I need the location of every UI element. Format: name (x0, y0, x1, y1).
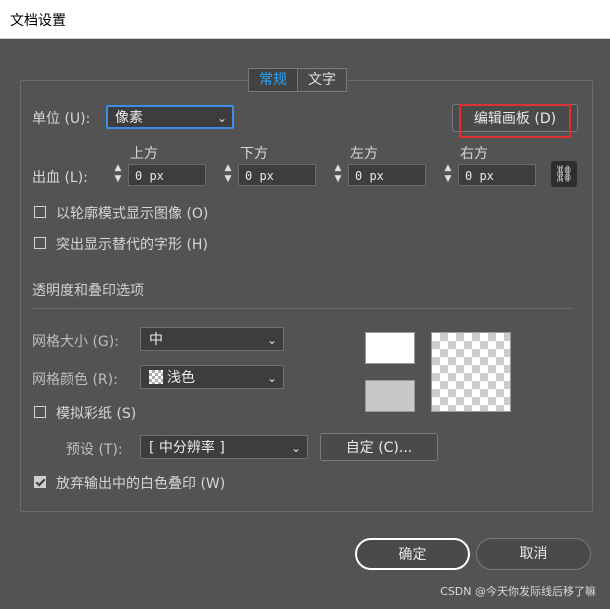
chevron-down-icon: ⌄ (266, 333, 277, 347)
preset-select[interactable]: [ 中分辨率 ] ⌄ (140, 435, 308, 459)
bleed-right-header: 右方 (460, 146, 488, 162)
bleed-bottom-stepper[interactable]: ▲ ▼ (218, 163, 238, 187)
grid-size-select[interactable]: 中 ⌄ (140, 327, 284, 351)
title-bar: 文档设置 (0, 0, 610, 39)
tab-general[interactable]: 常规 (248, 68, 298, 92)
chevron-down-icon: ⌄ (216, 111, 227, 125)
bleed-top-input[interactable]: 0 px (128, 164, 206, 186)
highlight-glyphs-checkbox[interactable] (34, 237, 46, 249)
bleed-bottom-input[interactable]: 0 px (238, 164, 316, 186)
transparency-section-title: 透明度和叠印选项 (32, 283, 144, 299)
bleed-left-stepper[interactable]: ▲ ▼ (328, 163, 348, 187)
checker-swatch-icon (149, 370, 163, 384)
window-title: 文档设置 (10, 13, 66, 29)
preset-value: [ 中分辨率 ] (149, 440, 225, 456)
bleed-left-header: 左方 (350, 146, 378, 162)
highlight-glyphs-label: 突出显示替代的字形 (H) (56, 237, 208, 253)
units-select[interactable]: 像素 ⌄ (106, 105, 234, 129)
grid-size-value: 中 (149, 332, 163, 348)
tab-type[interactable]: 文字 (298, 68, 347, 92)
simulate-paper-checkbox[interactable] (34, 406, 46, 418)
tab-bar: 常规 文字 (248, 68, 347, 92)
chevron-down-icon: ⌄ (266, 371, 277, 385)
bleed-top-stepper[interactable]: ▲ ▼ (108, 163, 128, 187)
discard-white-overprint-label: 放弃输出中的白色叠印 (W) (56, 476, 226, 492)
grid-size-label: 网格大小 (G): (32, 334, 119, 350)
bleed-top-header: 上方 (130, 146, 158, 162)
top-color-swatch[interactable] (365, 332, 415, 364)
outline-images-label: 以轮廓模式显示图像 (O) (56, 206, 209, 222)
bleed-label: 出血 (L): (32, 170, 88, 186)
preset-label: 预设 (T): (66, 442, 123, 458)
bottom-color-swatch[interactable] (365, 380, 415, 412)
grid-color-label: 网格颜色 (R): (32, 372, 118, 388)
simulate-paper-label: 模拟彩纸 (S) (56, 406, 137, 422)
edit-artboard-button[interactable]: 编辑画板 (D) (452, 104, 578, 132)
bleed-right-stepper[interactable]: ▲ ▼ (438, 163, 458, 187)
units-value: 像素 (115, 110, 143, 126)
cancel-button[interactable]: 取消 (476, 538, 591, 570)
discard-white-overprint-checkbox[interactable] (34, 476, 46, 488)
watermark: CSDN @今天你发际线后移了嘛 (440, 585, 596, 598)
bleed-bottom-header: 下方 (240, 146, 268, 162)
transparency-grid-preview (431, 332, 511, 412)
chevron-down-icon: ⌄ (290, 441, 301, 455)
grid-color-value: 浅色 (167, 370, 195, 386)
custom-button[interactable]: 自定 (C)... (320, 433, 438, 461)
document-setup-dialog: 文档设置 常规 文字 单位 (U): 像素 ⌄ 编辑画板 (D) 上方 下方 左… (0, 0, 610, 609)
bleed-right-input[interactable]: 0 px (458, 164, 536, 186)
link-icon[interactable]: ⛓ (551, 161, 577, 187)
units-label: 单位 (U): (32, 111, 91, 127)
bleed-left-input[interactable]: 0 px (348, 164, 426, 186)
outline-images-checkbox[interactable] (34, 206, 46, 218)
grid-color-select[interactable]: 浅色 ⌄ (140, 365, 284, 389)
section-divider (32, 308, 572, 309)
ok-button[interactable]: 确定 (355, 538, 470, 570)
